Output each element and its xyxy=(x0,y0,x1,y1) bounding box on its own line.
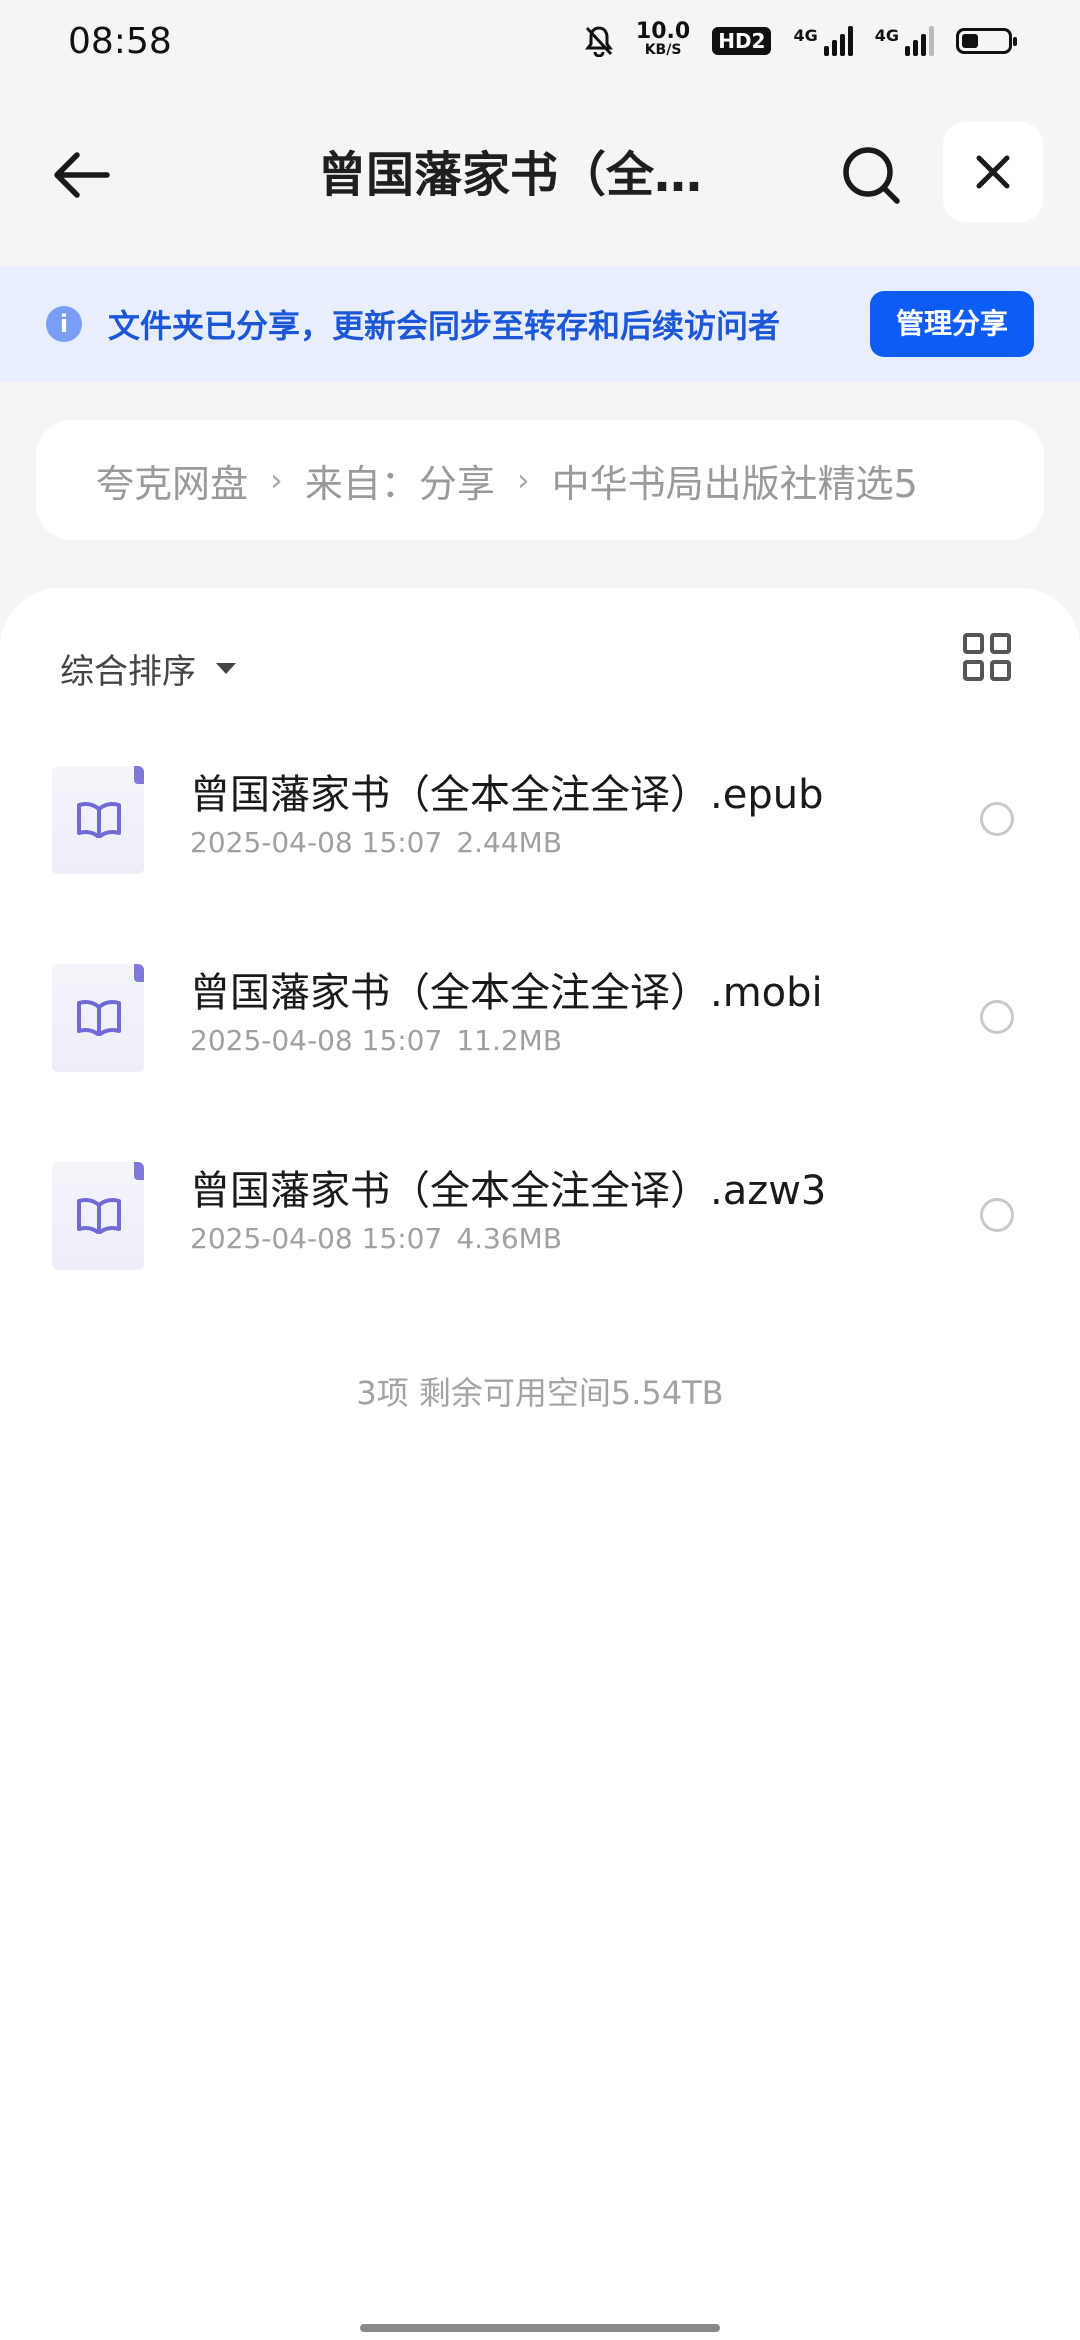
breadcrumb-item-root[interactable]: 夸克网盘 xyxy=(96,453,248,508)
ebook-file-icon xyxy=(52,766,144,874)
chevron-right-icon: › xyxy=(270,461,283,499)
home-indicator[interactable] xyxy=(360,2324,720,2332)
open-book-icon xyxy=(77,1000,121,1036)
status-bar: 08:58 10.0 KB/S HD2 4G 4G xyxy=(0,0,1080,82)
status-icons: 10.0 KB/S HD2 4G 4G xyxy=(584,19,1017,59)
page-title: 曾国藩家书（全本... xyxy=(318,147,748,203)
net-speed: 10.0 KB/S xyxy=(635,19,691,59)
file-date: 2025-04-08 15:07 xyxy=(190,1222,443,1255)
arrow-left-icon xyxy=(54,152,110,198)
signal-icon: 4G xyxy=(875,26,934,56)
file-name: 曾国藩家书（全本全注全译）.azw3 xyxy=(190,1168,827,1214)
back-button[interactable] xyxy=(40,134,122,216)
file-date: 2025-04-08 15:07 xyxy=(190,1024,443,1057)
sort-dropdown[interactable]: 综合排序 xyxy=(60,638,236,698)
select-radio[interactable] xyxy=(980,802,1014,836)
network-type-label: 4G xyxy=(874,26,899,45)
network-type-label: 4G xyxy=(793,26,818,45)
file-date: 2025-04-08 15:07 xyxy=(190,826,443,859)
signal-bar xyxy=(929,26,934,56)
file-size: 11.2MB xyxy=(456,1024,563,1057)
signal-bar xyxy=(921,34,926,56)
grid-view-button[interactable] xyxy=(962,632,1012,682)
battery-icon xyxy=(956,28,1017,54)
signal-bar xyxy=(905,46,910,56)
open-book-icon xyxy=(77,802,121,838)
search-icon xyxy=(843,147,900,204)
select-radio[interactable] xyxy=(980,1000,1014,1034)
manage-share-button[interactable]: 管理分享 xyxy=(869,291,1034,357)
file-meta: 2025-04-08 15:07 2.44MB xyxy=(190,826,562,859)
file-row[interactable]: 曾国藩家书（全本全注全译）.epub 2025-04-08 15:07 2.44M… xyxy=(0,738,1080,898)
file-meta: 2025-04-08 15:07 11.2MB xyxy=(190,1024,562,1057)
file-row[interactable]: 曾国藩家书（全本全注全译）.azw3 2025-04-08 15:07 4.36M… xyxy=(0,1134,1080,1294)
storage-summary: 3项 剩余可用空间5.54TB xyxy=(356,1374,724,1412)
file-size: 2.44MB xyxy=(456,826,563,859)
signal-bar xyxy=(839,34,845,56)
file-list-panel: 综合排序 曾国藩家书（全本全注全译）.epub 2025-04-08 15:07… xyxy=(0,588,1080,2340)
signal-bar xyxy=(847,26,853,56)
nav-bar: 曾国藩家书（全本... xyxy=(0,110,1080,240)
info-icon: i xyxy=(46,306,82,342)
breadcrumb-item-shared[interactable]: 来自：分享 xyxy=(305,453,495,508)
share-notice-banner: i 文件夹已分享，更新会同步至转存和后续访问者 管理分享 xyxy=(0,266,1080,382)
ebook-file-icon xyxy=(52,964,144,1072)
breadcrumb: 夸克网盘 › 来自：分享 › 中华书局出版社精选5 xyxy=(36,420,1044,540)
close-button[interactable] xyxy=(943,122,1043,222)
bell-off-icon xyxy=(584,26,613,57)
sort-label: 综合排序 xyxy=(60,651,196,692)
file-name: 曾国藩家书（全本全注全译）.mobi xyxy=(190,970,823,1016)
signal-bar xyxy=(831,40,837,56)
share-notice-text: 文件夹已分享，更新会同步至转存和后续访问者 xyxy=(108,307,781,345)
status-time: 08:58 xyxy=(68,20,172,62)
file-row[interactable]: 曾国藩家书（全本全注全译）.mobi 2025-04-08 15:07 11.2M… xyxy=(0,936,1080,1096)
search-button[interactable] xyxy=(830,134,912,216)
hd-badge: HD2 xyxy=(712,27,772,55)
close-icon xyxy=(976,155,1010,189)
grid-view-icon xyxy=(963,633,1011,681)
signal-bar xyxy=(913,40,918,56)
select-radio[interactable] xyxy=(980,1198,1014,1232)
chevron-right-icon: › xyxy=(516,461,530,499)
signal-icon: 4G xyxy=(793,26,853,56)
file-meta: 2025-04-08 15:07 4.36MB xyxy=(190,1222,562,1255)
signal-bar xyxy=(823,46,829,56)
ebook-file-icon xyxy=(52,1162,144,1270)
open-book-icon xyxy=(77,1198,121,1234)
net-speed-value: 10.0 xyxy=(635,19,691,44)
caret-down-icon xyxy=(216,662,236,674)
file-size: 4.36MB xyxy=(456,1222,563,1255)
breadcrumb-item-current[interactable]: 中华书局出版社精选5 xyxy=(552,453,918,508)
file-name: 曾国藩家书（全本全注全译）.epub xyxy=(190,772,824,818)
